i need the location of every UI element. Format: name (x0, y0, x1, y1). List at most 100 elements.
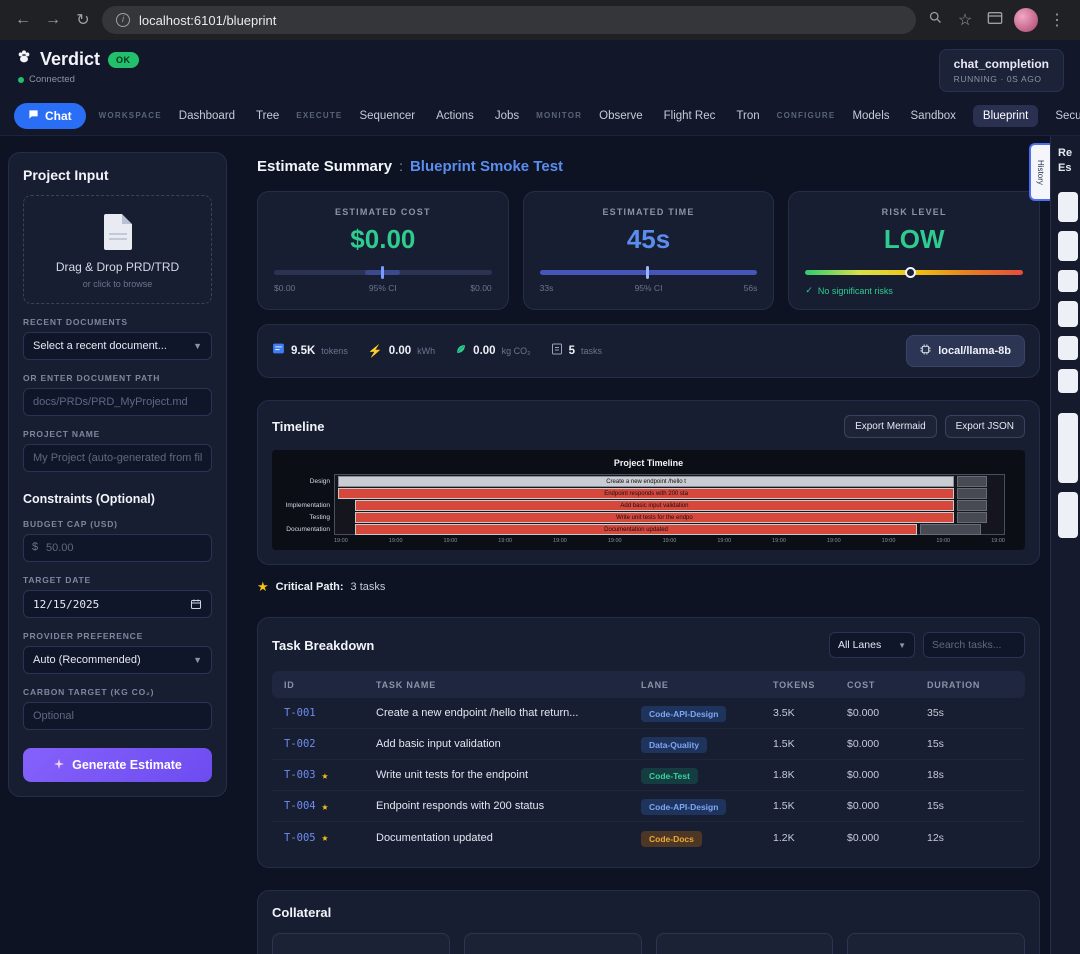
cost-ci-slider[interactable] (274, 270, 492, 275)
gantt-bar[interactable]: Add basic input validation (355, 500, 954, 511)
risk-slider[interactable] (805, 270, 1023, 275)
summary-cards: ESTIMATED COST $0.00 $0.00 95% CI $0.00 … (257, 191, 1040, 310)
history-item[interactable] (1058, 301, 1078, 327)
collateral-card[interactable] (847, 933, 1025, 954)
table-row[interactable]: T-002 Add basic input validation Data-Qu… (272, 729, 1025, 760)
nav-group-execute: EXECUTE (296, 111, 342, 120)
gantt-whisker (957, 488, 987, 499)
project-name-link[interactable]: Blueprint Smoke Test (410, 158, 563, 175)
lightning-icon: ⚡ (368, 344, 383, 358)
lane-label: Design (283, 476, 330, 487)
table-row[interactable]: T-005★ Documentation updated Code-Docs 1… (272, 822, 1025, 853)
history-item[interactable] (1058, 192, 1078, 222)
profile-avatar[interactable] (1014, 8, 1038, 32)
nav-item-tree[interactable]: Tree (252, 105, 283, 127)
lane-badge: Code-Test (641, 768, 698, 784)
table-row[interactable]: T-004★ Endpoint responds with 200 status… (272, 791, 1025, 822)
menu-kebab-icon[interactable]: ⋮ (1046, 10, 1068, 30)
nav-item-models[interactable]: Models (848, 105, 893, 127)
url-text: localhost:6101/blueprint (139, 13, 276, 28)
connected-dot-icon (18, 77, 24, 83)
nav-item-dashboard[interactable]: Dashboard (175, 105, 239, 127)
budget-cap-input[interactable] (23, 534, 212, 562)
chat-button[interactable]: Chat (14, 103, 86, 129)
history-item[interactable] (1058, 270, 1078, 292)
nav-item-observe[interactable]: Observe (595, 105, 646, 127)
collateral-panel: Collateral (257, 890, 1040, 954)
lane-badge: Data-Quality (641, 737, 707, 753)
risk-value: LOW (805, 224, 1023, 255)
nav-item-sequencer[interactable]: Sequencer (355, 105, 419, 127)
risk-level-card: RISK LEVEL LOW ✓ No significant risks (788, 191, 1040, 310)
constraints-title: Constraints (Optional) (23, 492, 212, 506)
table-row[interactable]: T-001 Create a new endpoint /hello that … (272, 698, 1025, 729)
table-row[interactable]: T-003★ Write unit tests for the endpoint… (272, 760, 1025, 791)
history-item[interactable] (1058, 413, 1078, 483)
generate-estimate-button[interactable]: Generate Estimate (23, 748, 212, 782)
collateral-title: Collateral (272, 905, 331, 920)
estimated-cost-card: ESTIMATED COST $0.00 $0.00 95% CI $0.00 (257, 191, 509, 310)
chevron-down-icon: ▼ (193, 341, 202, 351)
collateral-card[interactable] (656, 933, 834, 954)
history-item[interactable] (1058, 492, 1078, 538)
nav-item-actions[interactable]: Actions (432, 105, 478, 127)
carbon-target-label: CARBON TARGET (KG CO₂) (23, 687, 212, 697)
risk-slider-thumb[interactable] (905, 267, 916, 278)
task-search-input[interactable] (923, 632, 1025, 658)
project-name-input[interactable] (23, 444, 212, 472)
time-ci-slider[interactable] (540, 270, 758, 275)
carbon-target-input[interactable] (23, 702, 212, 730)
bookmark-star-icon[interactable]: ☆ (954, 10, 976, 30)
collateral-card[interactable] (464, 933, 642, 954)
cost-slider-thumb[interactable] (381, 266, 384, 279)
history-item[interactable] (1058, 336, 1078, 360)
history-item[interactable] (1058, 231, 1078, 261)
gantt-bar[interactable]: Endpoint responds with 200 sta (338, 488, 953, 499)
export-json-button[interactable]: Export JSON (945, 415, 1025, 438)
critical-path-note: ★ Critical Path: 3 tasks (257, 579, 1040, 595)
risk-note-text: No significant risks (818, 286, 893, 296)
timeline-title: Timeline (272, 419, 325, 434)
gantt-bar[interactable]: Write unit tests for the endpo (355, 512, 954, 523)
provider-preference-select[interactable]: Auto (Recommended)▼ (23, 646, 212, 674)
time-axis: 19:0019:0019:0019:0019:0019:0019:0019:00… (334, 538, 1005, 544)
history-tab[interactable]: History (1029, 143, 1050, 201)
check-icon: ✓ (805, 285, 813, 296)
zoom-icon[interactable] (924, 10, 946, 30)
nav-item-sandbox[interactable]: Sandbox (907, 105, 960, 127)
calendar-icon[interactable] (190, 598, 202, 610)
model-selector[interactable]: local/llama-8b (906, 335, 1025, 367)
usage-stats-bar: 9.5K tokens ⚡ 0.00 kWh 0.00 kg CO₂ (257, 324, 1040, 378)
lane-badge: Code-API-Design (641, 799, 726, 815)
forward-icon[interactable]: → (42, 11, 64, 29)
sparkle-icon (53, 758, 65, 773)
address-bar[interactable]: i localhost:6101/blueprint (102, 6, 916, 34)
time-slider-thumb[interactable] (646, 266, 649, 279)
tokens-icon (272, 342, 285, 360)
document-path-input[interactable] (23, 388, 212, 416)
status-badge: OK (108, 52, 139, 68)
nav-item-flight-rec[interactable]: Flight Rec (660, 105, 720, 127)
refresh-icon[interactable]: ↻ (72, 10, 94, 30)
app-shell: Verdict OK Connected chat_completion RUN… (0, 40, 1080, 954)
site-info-icon[interactable]: i (116, 13, 130, 27)
target-date-input[interactable]: 12/15/2025 (23, 590, 212, 618)
gantt-whisker (957, 512, 987, 523)
export-mermaid-button[interactable]: Export Mermaid (844, 415, 937, 438)
nav-item-security[interactable]: Security (1051, 105, 1080, 127)
collateral-card[interactable] (272, 933, 450, 954)
nav-item-tron[interactable]: Tron (732, 105, 763, 127)
history-item[interactable] (1058, 369, 1078, 393)
project-name-label: PROJECT NAME (23, 429, 212, 439)
nav-item-blueprint[interactable]: Blueprint (973, 105, 1038, 127)
file-dropzone[interactable]: Drag & Drop PRD/TRD or click to browse (23, 195, 212, 304)
running-job-card[interactable]: chat_completion RUNNING · 0S AGO (939, 49, 1064, 92)
recent-documents-select[interactable]: Select a recent document...▼ (23, 332, 212, 360)
nav-item-jobs[interactable]: Jobs (491, 105, 523, 127)
back-icon[interactable]: ← (12, 11, 34, 29)
estimated-time-card: ESTIMATED TIME 45s 33s 95% CI 56s (523, 191, 775, 310)
lane-filter-select[interactable]: All Lanes▼ (829, 632, 915, 658)
gantt-bar[interactable]: Create a new endpoint /hello t (338, 476, 953, 487)
browser-window-icon[interactable] (984, 11, 1006, 30)
gantt-bar[interactable]: Documentation updated (355, 524, 917, 535)
